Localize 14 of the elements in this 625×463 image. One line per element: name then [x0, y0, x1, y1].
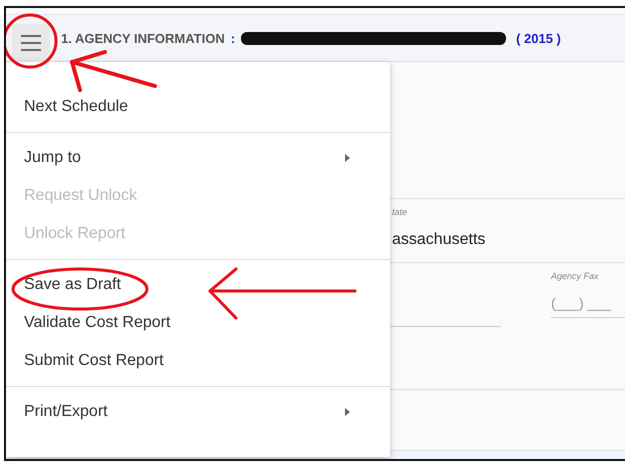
- state-value: assachusetts: [392, 231, 486, 249]
- separator-colon: :: [230, 30, 236, 46]
- menu-item[interactable]: Next Schedule: [6, 88, 390, 126]
- report-year: ( 2015 ): [516, 30, 561, 46]
- menu-icon: [20, 34, 42, 52]
- menu-item[interactable]: Submit Cost Report: [6, 342, 390, 380]
- menu-item[interactable]: Save as Draft: [6, 266, 390, 304]
- menu-item[interactable]: Print/Export: [6, 393, 390, 431]
- menu-item[interactable]: Validate Cost Report: [6, 304, 390, 342]
- field-label: Agency Fax: [551, 271, 600, 281]
- field-label: tate: [392, 207, 408, 217]
- menu-button[interactable]: [12, 24, 50, 62]
- section-title: 1. AGENCY INFORMATION: [61, 30, 225, 46]
- menu-item[interactable]: Jump to: [6, 139, 390, 177]
